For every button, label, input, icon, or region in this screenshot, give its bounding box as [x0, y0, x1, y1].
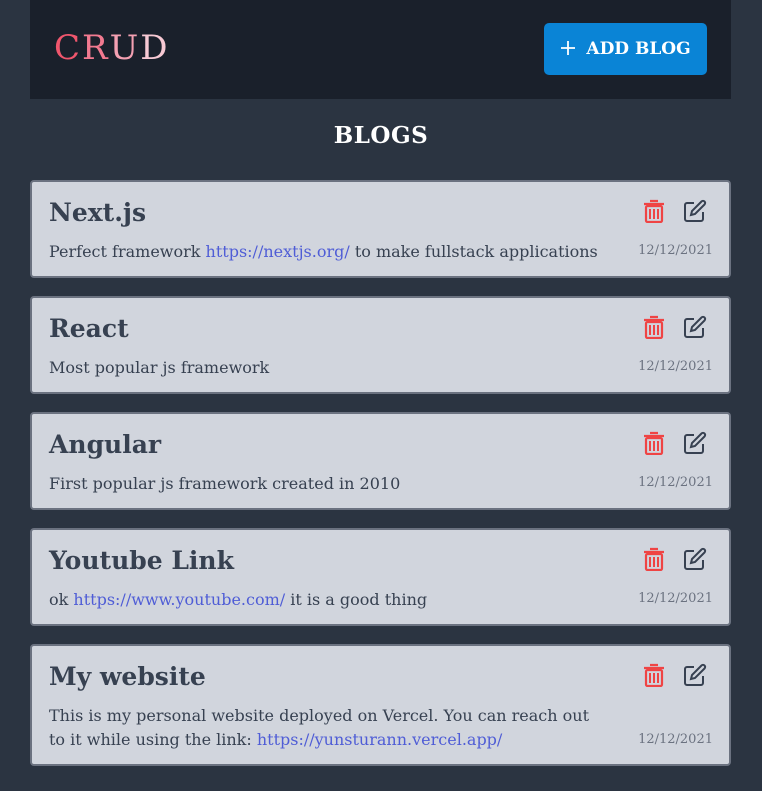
- trash-icon[interactable]: [640, 661, 668, 689]
- blog-card: Next.js Perfect framework https://nextjs…: [30, 180, 731, 278]
- blog-body: Perfect framework https://nextjs.org/ to…: [49, 240, 629, 264]
- page-title: BLOGS: [333, 122, 429, 149]
- blog-date: 12/12/2021: [638, 591, 713, 606]
- logo-letter-u: U: [109, 28, 141, 68]
- blog-text: ok: [49, 590, 74, 609]
- blog-body: ok https://www.youtube.com/ it is a good…: [49, 588, 619, 612]
- blog-body: This is my personal website deployed on …: [49, 704, 609, 752]
- app-logo[interactable]: CRUD: [54, 28, 170, 68]
- edit-icon[interactable]: [681, 545, 709, 573]
- trash-icon[interactable]: [640, 429, 668, 457]
- blog-card: React Most popular js framework 12/12/20…: [30, 296, 731, 394]
- plus-icon: [560, 36, 576, 60]
- blog-text: First popular js framework created in 20…: [49, 474, 401, 493]
- blog-date: 12/12/2021: [638, 243, 713, 258]
- logo-letter-d: D: [140, 28, 170, 68]
- trash-icon[interactable]: [640, 313, 668, 341]
- blog-title: Next.js: [49, 198, 147, 227]
- blog-body: First popular js framework created in 20…: [49, 472, 619, 496]
- blog-title: Angular: [49, 430, 162, 459]
- edit-icon[interactable]: [681, 197, 709, 225]
- blog-text: to make fullstack applications: [349, 242, 598, 261]
- blog-text: Perfect framework: [49, 242, 206, 261]
- edit-icon[interactable]: [681, 313, 709, 341]
- app-header: CRUD ADD BLOG: [30, 0, 731, 99]
- blog-text: it is a good thing: [285, 590, 428, 609]
- add-blog-label: ADD BLOG: [586, 39, 691, 59]
- blog-title: My website: [49, 662, 206, 691]
- trash-icon[interactable]: [640, 545, 668, 573]
- logo-letter-r: R: [82, 28, 110, 68]
- blog-date: 12/12/2021: [638, 475, 713, 490]
- blog-link[interactable]: https://www.youtube.com/: [73, 590, 285, 609]
- add-blog-button[interactable]: ADD BLOG: [544, 23, 707, 75]
- edit-icon[interactable]: [681, 661, 709, 689]
- blog-date: 12/12/2021: [638, 732, 713, 747]
- logo-letter-c: C: [54, 28, 83, 68]
- edit-icon[interactable]: [681, 429, 709, 457]
- blog-card: Angular First popular js framework creat…: [30, 412, 731, 510]
- blog-title: React: [49, 314, 129, 343]
- blog-link[interactable]: https://nextjs.org/: [206, 242, 350, 261]
- blog-card: Youtube Link ok https://www.youtube.com/…: [30, 528, 731, 626]
- blog-text: Most popular js framework: [49, 358, 270, 377]
- trash-icon[interactable]: [640, 197, 668, 225]
- blog-date: 12/12/2021: [638, 359, 713, 374]
- blog-card: My website This is my personal website d…: [30, 644, 731, 766]
- blog-link[interactable]: https://yunsturann.vercel.app/: [257, 730, 502, 749]
- blog-title: Youtube Link: [49, 546, 234, 575]
- blog-body: Most popular js framework: [49, 356, 619, 380]
